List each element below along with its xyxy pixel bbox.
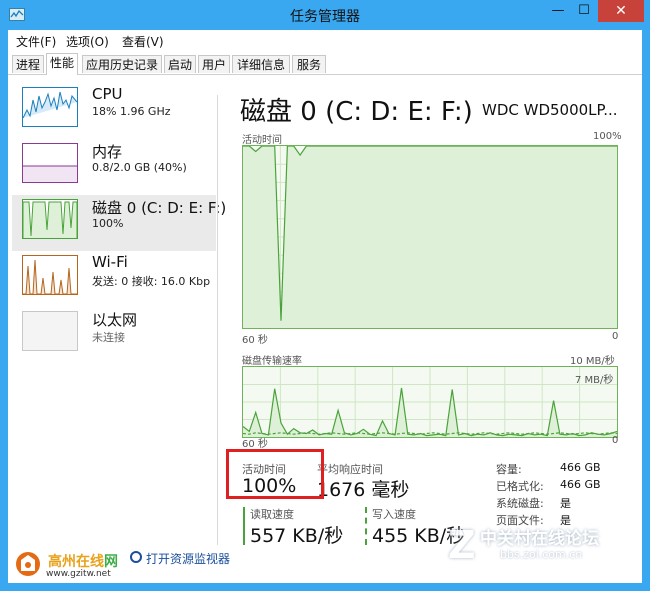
minimize-button[interactable]: — — [545, 0, 571, 22]
tab-app-history[interactable]: 应用历史记录 — [82, 55, 162, 73]
resource-memory[interactable]: 内存 0.8/2.0 GB (40%) — [12, 139, 216, 195]
transfer-graph-mid: 7 MB/秒 — [575, 375, 614, 386]
read-speed-indicator — [243, 507, 245, 545]
active-time-highlight — [226, 449, 324, 499]
resource-name: 磁盘 0 (C: D: E: F:) — [92, 199, 227, 217]
transfer-graph-label: 磁盘传输速率 — [242, 356, 302, 367]
prop-value: 466 GB — [560, 461, 601, 474]
prop-value: 是 — [560, 497, 571, 510]
resource-detail: 发送: 0 接收: 16.0 Kbp — [92, 275, 211, 288]
panel-divider[interactable] — [217, 95, 218, 545]
resource-wifi[interactable]: Wi-Fi 发送: 0 接收: 16.0 Kbp — [12, 251, 216, 307]
tab-startup[interactable]: 启动 — [164, 55, 196, 73]
resource-disk[interactable]: 磁盘 0 (C: D: E: F:) 100% — [12, 195, 226, 251]
write-speed-label: 写入速度 — [372, 508, 416, 521]
resource-name: CPU — [92, 85, 123, 103]
active-time-x-right: 0 — [612, 331, 619, 342]
memory-graph-icon — [22, 143, 78, 183]
resource-name: Wi-Fi — [92, 253, 128, 271]
transfer-rate-graph — [242, 366, 618, 438]
active-time-graph — [242, 145, 618, 329]
prop-label: 容量: — [496, 463, 522, 476]
close-button[interactable]: ✕ — [598, 0, 644, 22]
prop-label: 系统磁盘: — [496, 497, 544, 510]
tab-performance[interactable]: 性能 — [46, 53, 78, 75]
site-logo-url: www.gzitw.net — [46, 569, 111, 579]
prop-label: 已格式化: — [496, 480, 544, 493]
menu-bar: 文件(F) 选项(O) 查看(V) — [8, 30, 642, 52]
resource-name: 内存 — [92, 143, 123, 161]
active-time-graph-max: 100% — [593, 131, 622, 142]
read-speed-label: 读取速度 — [250, 508, 294, 521]
resource-detail: 18% 1.96 GHz — [92, 105, 171, 118]
ethernet-graph-icon — [22, 311, 78, 351]
disk-graph-icon — [22, 199, 78, 239]
resource-monitor-icon[interactable] — [130, 551, 142, 563]
active-time-plot — [243, 145, 617, 328]
transfer-x-right: 0 — [612, 435, 619, 446]
wifi-graph-icon — [22, 255, 78, 295]
site-logo-title: 高州在线 — [48, 554, 104, 570]
site-logo-icon — [14, 550, 42, 578]
resource-cpu[interactable]: CPU 18% 1.96 GHz — [12, 83, 216, 139]
site-logo-name: 高州在线网 — [48, 551, 118, 571]
cpu-graph-icon — [22, 87, 78, 127]
resource-detail: 100% — [92, 217, 124, 230]
menu-view[interactable]: 查看(V) — [122, 33, 164, 50]
menu-file[interactable]: 文件(F) — [16, 33, 56, 50]
open-resource-monitor-link[interactable]: 打开资源监视器 — [146, 550, 230, 567]
tab-services[interactable]: 服务 — [292, 55, 326, 73]
menu-options[interactable]: 选项(O) — [66, 33, 109, 50]
tab-strip: 进程 性能 应用历史记录 启动 用户 详细信息 服务 — [8, 52, 642, 75]
title-bar[interactable]: 任务管理器 — ☐ ✕ — [0, 0, 650, 30]
watermark-url: bbs.zol.com.cn — [500, 548, 583, 561]
window-frame: 任务管理器 — ☐ ✕ 文件(F) 选项(O) 查看(V) 进程 性能 应用历史… — [0, 0, 650, 591]
active-time-area — [243, 146, 617, 328]
resource-ethernet[interactable]: 以太网 未连接 — [12, 307, 216, 363]
watermark-z-logo: Z — [448, 523, 476, 567]
resource-name: 以太网 — [92, 311, 138, 329]
tab-users[interactable]: 用户 — [198, 55, 230, 73]
resource-detail: 0.8/2.0 GB (40%) — [92, 161, 187, 174]
disk-title: 磁盘 0 (C: D: E: F:) — [240, 97, 473, 127]
resource-detail: 未连接 — [92, 331, 125, 344]
tab-details[interactable]: 详细信息 — [232, 55, 290, 73]
site-logo-suffix: 网 — [104, 554, 118, 570]
active-time-x-left: 60 秒 — [242, 335, 268, 346]
watermark: Z 中关村在线论坛 bbs.zol.com.cn — [440, 520, 640, 570]
disk-model: WDC WD5000LP... — [482, 101, 618, 119]
client-area: 文件(F) 选项(O) 查看(V) 进程 性能 应用历史记录 启动 用户 详细信… — [8, 30, 642, 583]
active-time-graph-label: 活动时间 — [242, 135, 282, 146]
resource-list: CPU 18% 1.96 GHz 内存 0.8/2.0 GB (40%) 磁盘 … — [8, 75, 226, 583]
avg-response-value: 1676 毫秒 — [317, 479, 410, 501]
transfer-x-left: 60 秒 — [242, 439, 268, 450]
transfer-rate-plot — [242, 367, 618, 437]
maximize-button[interactable]: ☐ — [571, 0, 597, 22]
transfer-graph-max: 10 MB/秒 — [570, 356, 615, 367]
watermark-title: 中关村在线论坛 — [480, 529, 599, 549]
prop-value: 466 GB — [560, 478, 601, 491]
write-speed-indicator — [365, 507, 367, 545]
tab-processes[interactable]: 进程 — [12, 55, 44, 73]
